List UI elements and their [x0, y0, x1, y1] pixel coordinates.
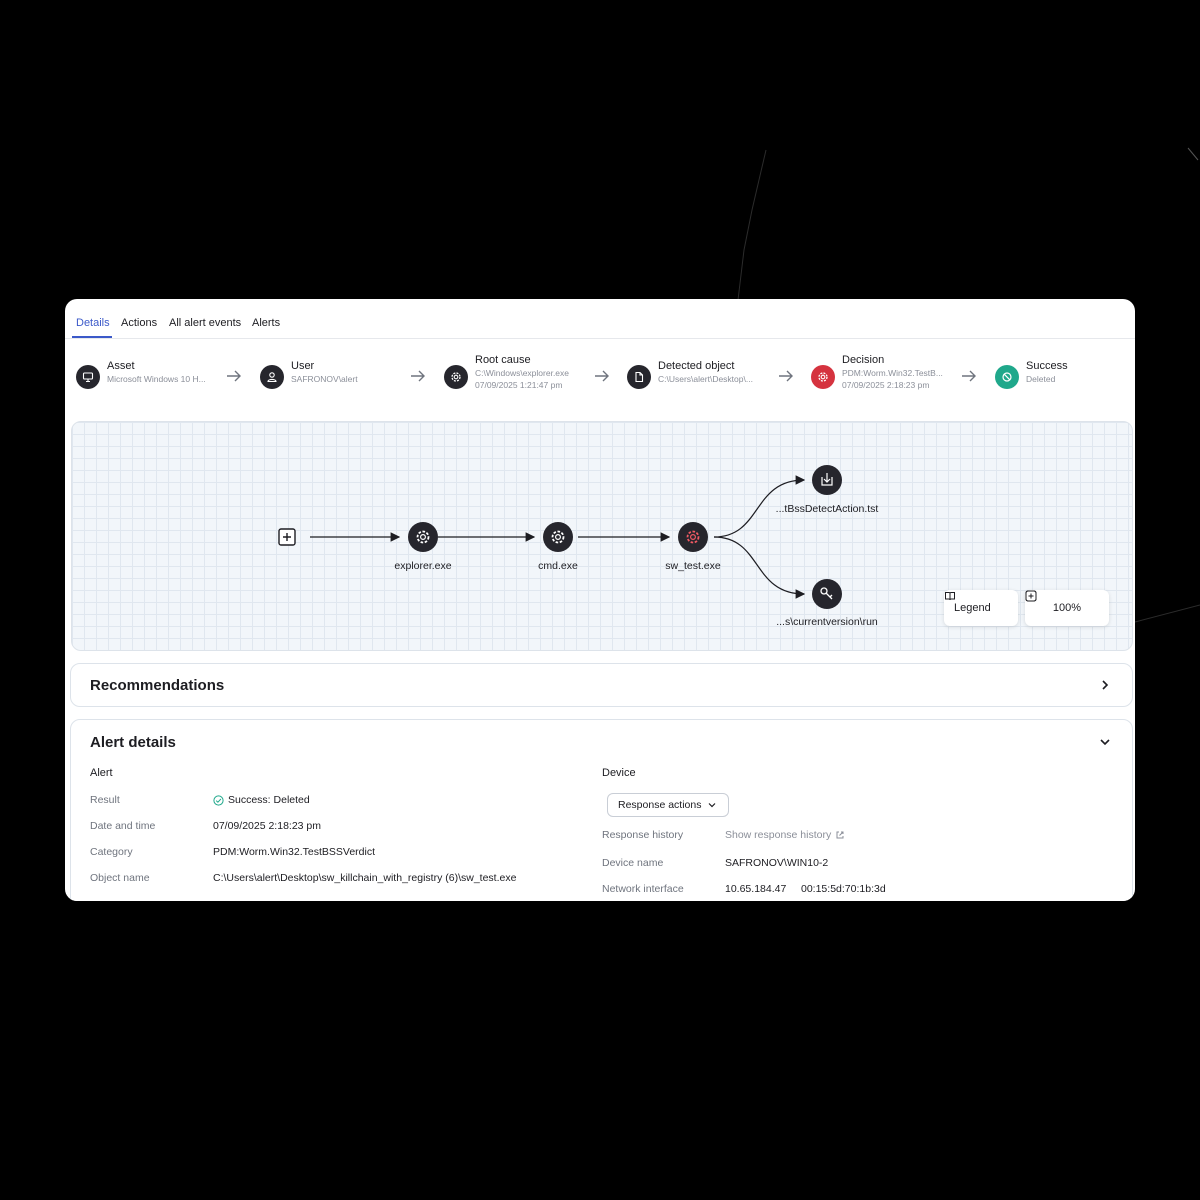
chain-step-timestamp: 07/09/2025 2:18:23 pm [842, 380, 930, 390]
chain-step-title: Detected object [658, 360, 735, 372]
arrow-right-icon [227, 370, 241, 382]
chain-step-asset[interactable]: Asset Microsoft Windows 10 H... [76, 359, 226, 399]
tab-details[interactable]: Details [76, 317, 110, 329]
tab-actions[interactable]: Actions [121, 317, 157, 329]
legend-label: Legend [954, 602, 991, 614]
field-label: Network interface [602, 883, 684, 895]
zoom-in-icon[interactable] [1025, 590, 1037, 602]
alert-panel: Details Actions All alert events Alerts … [65, 299, 1135, 901]
check-circle-icon [213, 794, 224, 806]
object-name-value: C:\Users\alert\Desktop\sw_killchain_with… [213, 872, 517, 884]
field-label: Result [90, 794, 120, 806]
chain-step-decision[interactable]: Decision PDM:Worm.Win32.TestB... 07/09/2… [811, 354, 961, 399]
gear-icon [444, 365, 468, 389]
device-name-value: SAFRONOV\WIN10-2 [725, 857, 829, 869]
chain-step-subtitle: PDM:Worm.Win32.TestB... [842, 368, 943, 378]
category-value: PDM:Worm.Win32.TestBSSVerdict [213, 846, 376, 858]
graph-node-sw-test[interactable] [678, 522, 708, 552]
chain-step-subtitle: C:\Users\alert\Desktop\... [658, 374, 753, 384]
graph-node-registry-key[interactable] [812, 579, 842, 609]
response-actions-button[interactable]: Response actions [607, 793, 729, 817]
zoom-level: 100% [1052, 602, 1082, 614]
graph-node-cmd[interactable] [543, 522, 573, 552]
date-time-value: 07/09/2025 2:18:23 pm [213, 820, 322, 832]
chain-step-subtitle: Deleted [1026, 374, 1056, 384]
field-label: Category [90, 846, 133, 858]
chain-step-title: Asset [107, 360, 135, 372]
external-link-icon [836, 831, 844, 839]
chevron-down-icon[interactable] [1098, 735, 1112, 749]
book-icon [945, 592, 955, 601]
node-label: ...tBssDetectAction.tst [775, 503, 879, 515]
show-response-history-text: Show response history [725, 829, 832, 841]
arrow-right-icon [595, 370, 609, 382]
field-label: Response history [602, 829, 684, 841]
chain-step-detected-object[interactable]: Detected object C:\Users\alert\Desktop\.… [627, 359, 777, 399]
alert-details-card: Alert details Alert Device Result Succes… [70, 719, 1133, 901]
monitor-icon [76, 365, 100, 389]
recommendations-card[interactable]: Recommendations [70, 663, 1133, 707]
chain-step-user[interactable]: User SAFRONOV\alert [260, 359, 410, 399]
graph-node-detect-file[interactable] [812, 465, 842, 495]
legend-button[interactable]: Legend [944, 590, 1018, 626]
field-label: Device name [602, 857, 664, 869]
zoom-control: 100% [1025, 590, 1109, 626]
response-actions-label: Response actions [618, 799, 702, 811]
file-icon [627, 365, 651, 389]
gear-icon [811, 365, 835, 389]
node-label: explorer.exe [394, 560, 452, 572]
chevron-right-icon[interactable] [1098, 678, 1112, 692]
start-node[interactable] [278, 528, 296, 546]
chain-step-subtitle: Microsoft Windows 10 H... [107, 374, 206, 384]
chain-step-success[interactable]: Success Deleted [995, 359, 1125, 399]
mac-address-value: 00:15:5d:70:1b:3d [801, 883, 886, 895]
arrow-right-icon [962, 370, 976, 382]
ip-address-value: 10.65.184.47 [725, 883, 787, 895]
tab-bar: Details Actions All alert events Alerts [65, 299, 1135, 339]
chain-step-title: Success [1026, 360, 1068, 372]
chevron-down-icon [709, 803, 716, 808]
device-section-title: Device [602, 767, 636, 779]
active-tab-indicator [72, 336, 112, 338]
process-graph[interactable]: explorer.exe cmd.exe sw_test.exe ...tBss… [71, 421, 1133, 651]
arrow-right-icon [411, 370, 425, 382]
alert-section-title: Alert [90, 767, 113, 779]
graph-node-explorer[interactable] [408, 522, 438, 552]
user-icon [260, 365, 284, 389]
field-label: Date and time [90, 820, 156, 832]
arrow-right-icon [779, 370, 793, 382]
tab-all-alert-events[interactable]: All alert events [169, 317, 241, 329]
node-label: cmd.exe [538, 560, 578, 572]
block-icon [995, 365, 1019, 389]
chain-step-title: Decision [842, 354, 885, 366]
alert-details-title: Alert details [90, 734, 176, 751]
tab-alerts[interactable]: Alerts [252, 317, 280, 329]
node-label: sw_test.exe [665, 560, 721, 572]
node-label: ...s\currentversion\run [776, 616, 878, 628]
chain-step-root-cause[interactable]: Root cause C:\Windows\explorer.exe 07/09… [444, 354, 594, 399]
chain-step-title: Root cause [475, 354, 531, 366]
result-value: Success: Deleted [213, 794, 310, 806]
recommendations-title: Recommendations [90, 677, 225, 694]
result-text: Success: Deleted [228, 794, 310, 806]
show-response-history-link[interactable]: Show response history [725, 829, 845, 841]
field-label: Object name [90, 872, 150, 884]
